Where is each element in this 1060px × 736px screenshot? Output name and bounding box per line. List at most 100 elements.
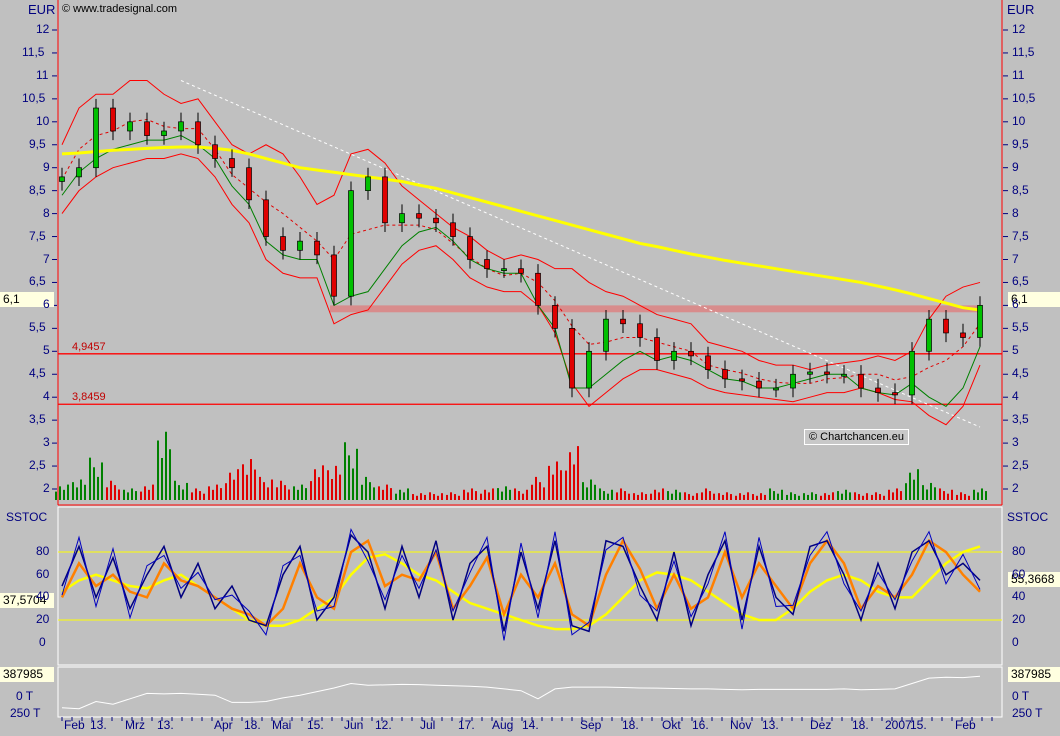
price-tick-left: 3,5 (29, 412, 46, 427)
volume-bar (641, 492, 643, 500)
volume-bar (475, 491, 477, 500)
volume-bar (203, 493, 205, 500)
price-tick-right: 3 (1012, 435, 1019, 450)
volume-bar (577, 446, 579, 500)
candle-body (93, 107, 99, 169)
indicator-tick-right: 0 T (1012, 689, 1030, 703)
candle-body (433, 217, 439, 224)
date-label: 13. (90, 718, 107, 732)
candle-body (586, 350, 592, 389)
volume-bar (798, 495, 800, 500)
price-tick-left: 10 (36, 113, 50, 128)
volume-bar (654, 489, 656, 500)
price-tick-left: 9,5 (29, 136, 46, 151)
volume-bar (229, 472, 231, 500)
price-tick-left: 6,5 (29, 274, 46, 289)
volume-bar (331, 479, 333, 500)
sstoc-tick-right: 0 (1012, 634, 1019, 649)
volume-bar (556, 461, 558, 500)
volume-bar (407, 488, 409, 500)
volume-bar (55, 491, 57, 500)
sstoc-tick-right: 60 (1012, 566, 1026, 581)
price-tick-right: 5,5 (1012, 320, 1029, 335)
support-label-1: 4,9457 (72, 341, 106, 353)
candle-body (943, 318, 949, 334)
candle-body (637, 323, 643, 338)
candle-body (569, 328, 575, 389)
date-label: Mai (272, 718, 292, 732)
volume-bar (854, 492, 856, 500)
price-tick-left: 12 (36, 22, 50, 36)
bollinger-lower (61, 153, 981, 426)
candle-body (450, 222, 456, 237)
volume-bar (242, 464, 244, 500)
volume-bar (590, 479, 592, 500)
price-tick-right: 4 (1012, 389, 1019, 404)
date-label: 12. (375, 718, 392, 732)
volume-bar (939, 488, 941, 500)
candle-body (807, 371, 813, 375)
date-label: 18. (622, 718, 639, 732)
candle-body (501, 268, 507, 272)
candle-body (756, 380, 762, 389)
sstoc-tick-left: 60 (36, 566, 50, 581)
support-label-2: 3,8459 (72, 391, 106, 403)
volume-bar (395, 493, 397, 500)
date-label: 18. (852, 718, 869, 732)
volume-bar (135, 491, 137, 500)
volume-bar (76, 487, 78, 500)
volume-bar (492, 488, 494, 500)
price-tick-right: 2 (1012, 481, 1019, 495)
volume-bar (926, 489, 928, 500)
volume-bar (743, 494, 745, 500)
volume-bar (305, 488, 307, 500)
volume-bar (786, 494, 788, 500)
volume-bar (803, 493, 805, 500)
volume-bar (280, 480, 282, 500)
volume-bar (84, 484, 86, 500)
volume-bar (726, 492, 728, 500)
sstoc-tick-left: 20 (36, 612, 50, 627)
volume-bar (535, 476, 537, 500)
candle-body (909, 350, 915, 396)
volume-bar (858, 494, 860, 500)
volume-bar (369, 482, 371, 500)
candle-body (892, 392, 898, 396)
volume-bar (633, 493, 635, 500)
volume-bar (981, 488, 983, 500)
volume-bar (582, 482, 584, 500)
volume-bar (212, 489, 214, 500)
volume-bar (701, 492, 703, 500)
price-tick-right: 12 (1012, 22, 1026, 36)
volume-bar (237, 469, 239, 500)
volume-bar (603, 491, 605, 500)
volume-bar (790, 492, 792, 500)
price-tick-right: 7 (1012, 251, 1019, 266)
candle-body (280, 236, 286, 251)
volume-bar (386, 484, 388, 500)
volume-bar (93, 467, 95, 500)
volume-bar (446, 494, 448, 500)
volume-bar (875, 492, 877, 500)
volume-bar (922, 485, 924, 500)
volume-bar (484, 489, 486, 500)
volume-bar (382, 489, 384, 500)
volume-bar (539, 482, 541, 500)
volume-bar (679, 492, 681, 500)
volume-bar (747, 492, 749, 500)
date-label: Jun (344, 718, 364, 732)
candle-body (858, 373, 864, 389)
volume-bar (399, 489, 401, 500)
volume-bar (675, 489, 677, 500)
volume-bar (815, 494, 817, 500)
chart-window: EUR EUR © www.tradesignal.com © Chartcha… (0, 0, 1060, 736)
price-tick-right: 10 (1012, 113, 1026, 128)
candle-body (229, 158, 235, 169)
volume-bar (892, 492, 894, 500)
indicator-tick-left: 250 T (10, 706, 41, 720)
indicator-marker-right: 387985 (1008, 667, 1060, 682)
volume-bar (917, 469, 919, 500)
date-label: 13. (157, 718, 174, 732)
volume-bar (760, 493, 762, 500)
volume-bar (671, 493, 673, 500)
